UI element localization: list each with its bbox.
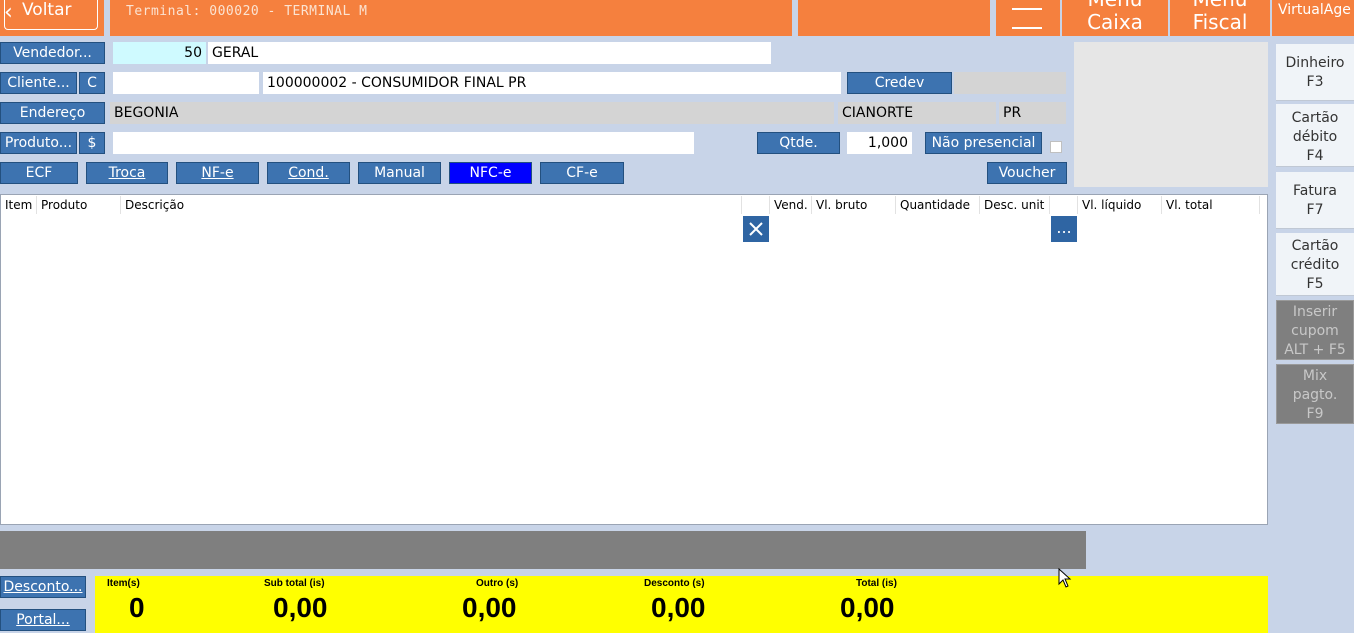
vendedor-name-field: GERAL [208,42,771,64]
terminal-header: Terminal: 000020 - TERMINAL M [110,0,792,36]
voucher-button[interactable]: Voucher [987,162,1067,184]
inserir-cupom-button[interactable]: Inserir cupom ALT + F5 [1276,300,1354,360]
nfce-button[interactable]: NFC-e [449,162,532,184]
col-header-blank [742,196,770,214]
desconto-value: 0,00 [651,592,706,623]
pay-fatura-line1: Fatura [1292,183,1338,199]
total-label: Total (is) [856,578,897,589]
status-bar [0,531,1086,569]
back-label: Voltar [22,0,72,20]
troca-button[interactable]: Troca [86,162,168,184]
desconto-label: Desconto (s) [644,578,705,589]
mix-pagto-line2: pagto. [1292,387,1338,403]
pay-credito-line2: crédito [1290,257,1340,273]
col-header-produto[interactable]: Produto [37,196,121,214]
chevron-left-icon: ‹ [4,0,13,25]
desconto-button[interactable]: Desconto... [0,576,86,598]
col-header-vend[interactable]: Vend. [770,196,812,214]
product-image-preview [1074,42,1268,187]
nao-presencial-checkbox[interactable] [1050,141,1062,153]
inserir-cupom-line2: cupom [1291,323,1339,339]
col-header-descricao[interactable]: Descrição [121,196,742,214]
back-button[interactable]: ‹ Voltar [0,0,104,36]
vendedor-button[interactable]: Vendedor... [0,42,105,64]
menu-icon [1012,8,1042,10]
pay-dinheiro-button[interactable]: Dinheiro F3 [1276,44,1354,101]
subtotal-label: Sub total (is) [264,578,325,589]
mouse-cursor-icon [1058,568,1072,588]
city-field: CIANORTE [838,102,996,124]
ecf-button[interactable]: ECF [0,162,78,184]
brand-label: VirtualAge [1272,0,1354,36]
items-table: Item Produto Descrição Vend. Vl. bruto Q… [0,194,1268,525]
pay-dinheiro-line1: Dinheiro [1285,55,1345,71]
subtotal-value: 0,00 [273,592,328,623]
qtde-field[interactable]: 1,000 [847,132,912,154]
pay-debito-line2: débito [1292,129,1338,145]
state-field: PR [999,102,1066,124]
endereco-button[interactable]: Endereço [0,102,105,124]
manual-button[interactable]: Manual [358,162,441,184]
more-options-button[interactable]: ... [1051,216,1077,242]
menu-fiscal-button[interactable]: Menu Fiscal [1170,0,1270,36]
delete-item-button[interactable] [743,216,769,242]
mix-pagto-line3: F9 [1306,406,1324,422]
header-blank-segment [798,0,990,36]
col-header-item[interactable]: Item [1,196,37,214]
menu-caixa-button[interactable]: Menu Caixa [1062,0,1168,36]
endereco-field: BEGONIA [110,102,834,124]
items-value: 0 [129,592,145,623]
menu-caixa-line2: Caixa [1087,10,1143,34]
menu-fiscal-line2: Fiscal [1192,10,1248,34]
pay-fatura-line2: F7 [1306,202,1324,218]
nfe-button[interactable]: NF-e [176,162,259,184]
cliente-name-field: 100000002 - CONSUMIDOR FINAL PR [263,72,841,94]
col-header-vl-total[interactable]: Vl. total [1162,196,1260,214]
produto-button[interactable]: Produto... [0,132,77,154]
cliente-button[interactable]: Cliente... [0,72,77,94]
items-label: Item(s) [107,578,140,589]
pay-debito-line3: F4 [1306,148,1324,164]
pay-cartao-credito-button[interactable]: Cartão crédito F5 [1276,233,1354,296]
pay-credito-line1: Cartão [1291,238,1339,254]
cfe-button[interactable]: CF-e [540,162,624,184]
cond-button[interactable]: Cond. [267,162,350,184]
pay-fatura-button[interactable]: Fatura F7 [1276,172,1354,229]
pay-credito-line3: F5 [1306,276,1324,292]
produto-input[interactable] [113,132,694,154]
credev-button[interactable]: Credev [847,72,952,94]
col-header-vl-bruto[interactable]: Vl. bruto [812,196,896,214]
col-header-vl-liquido[interactable]: Vl. líquido [1078,196,1162,214]
cliente-c-button[interactable]: C [79,72,105,94]
hamburger-menu-button[interactable] [996,0,1060,36]
inserir-cupom-line3: ALT + F5 [1284,342,1346,358]
cliente-code-field[interactable] [113,72,259,94]
mix-pagto-line1: Mix [1302,368,1328,384]
col-header-blank-2 [1050,196,1078,214]
credev-value-field [954,72,1066,94]
qtde-button[interactable]: Qtde. [757,132,840,154]
col-header-quantidade[interactable]: Quantidade [896,196,980,214]
total-value: 0,00 [840,592,895,623]
inserir-cupom-line1: Inserir [1292,304,1338,320]
outro-value: 0,00 [462,592,517,623]
brand-text: VirtualAge [1278,2,1351,18]
col-header-desc-unit[interactable]: Desc. unit [980,196,1050,214]
outro-label: Outro (s) [476,578,519,589]
close-icon [749,222,763,236]
totals-panel: Item(s) 0 Sub total (is) 0,00 Outro (s) … [95,576,1268,633]
pay-debito-line1: Cartão [1291,110,1339,126]
pay-dinheiro-line2: F3 [1306,74,1324,90]
portal-button[interactable]: Portal... [0,609,86,631]
nao-presencial-button[interactable]: Não presencial [925,132,1042,154]
produto-dollar-button[interactable]: $ [79,132,105,154]
vendedor-code-field[interactable]: 50 [113,42,206,64]
pay-cartao-debito-button[interactable]: Cartão débito F4 [1276,104,1354,167]
mix-pagto-button[interactable]: Mix pagto. F9 [1276,364,1354,424]
terminal-label: Terminal: 000020 - TERMINAL M [126,4,368,19]
